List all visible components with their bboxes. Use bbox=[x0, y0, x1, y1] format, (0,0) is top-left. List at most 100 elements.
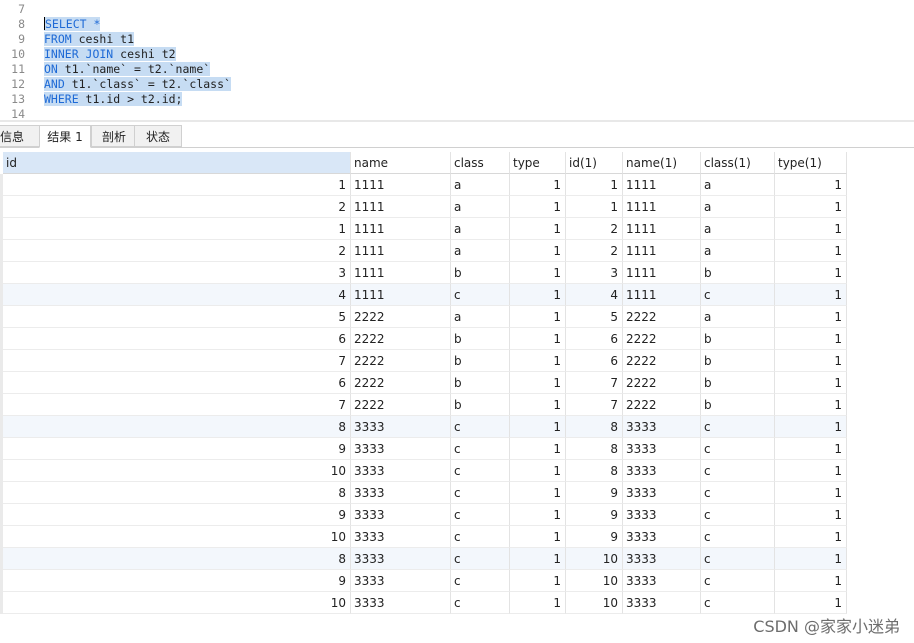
table-row[interactable]: 9 3333 c 1 9 3333 c 1 bbox=[0, 504, 847, 526]
table-cell-id[interactable]: 9 bbox=[3, 438, 351, 460]
table-cell-type[interactable]: 1 bbox=[510, 328, 566, 350]
tab-profile[interactable]: 剖析 bbox=[91, 125, 137, 147]
table-cell-class[interactable]: c bbox=[451, 482, 510, 504]
table-cell-id-1[interactable]: 2 bbox=[566, 218, 623, 240]
table-row[interactable]: 10 3333 c 1 9 3333 c 1 bbox=[0, 526, 847, 548]
table-cell-id-1[interactable]: 10 bbox=[566, 570, 623, 592]
table-cell-name[interactable]: 3333 bbox=[351, 438, 451, 460]
table-cell-name[interactable]: 3333 bbox=[351, 548, 451, 570]
table-cell-name-1[interactable]: 3333 bbox=[623, 570, 701, 592]
table-cell-name[interactable]: 1111 bbox=[351, 218, 451, 240]
table-cell-type-1[interactable]: 1 bbox=[775, 460, 847, 482]
table-row[interactable]: 2 1111 a 1 2 1111 a 1 bbox=[0, 240, 847, 262]
table-cell-class[interactable]: c bbox=[451, 570, 510, 592]
table-cell-class-1[interactable]: c bbox=[701, 592, 775, 614]
table-cell-name-1[interactable]: 2222 bbox=[623, 394, 701, 416]
table-row[interactable]: 4 1111 c 1 4 1111 c 1 bbox=[0, 284, 847, 306]
code-line[interactable]: 7 bbox=[0, 2, 914, 17]
table-cell-id[interactable]: 9 bbox=[3, 570, 351, 592]
table-cell-class[interactable]: a bbox=[451, 218, 510, 240]
table-row[interactable]: 10 3333 c 1 8 3333 c 1 bbox=[0, 460, 847, 482]
table-cell-name[interactable]: 1111 bbox=[351, 240, 451, 262]
table-cell-type-1[interactable]: 1 bbox=[775, 526, 847, 548]
table-cell-type-1[interactable]: 1 bbox=[775, 394, 847, 416]
table-cell-id[interactable]: 10 bbox=[3, 526, 351, 548]
table-cell-type[interactable]: 1 bbox=[510, 240, 566, 262]
table-cell-type-1[interactable]: 1 bbox=[775, 416, 847, 438]
table-cell-class-1[interactable]: c bbox=[701, 504, 775, 526]
code-line[interactable]: 11 ON t1.`name` = t2.`name` bbox=[0, 62, 914, 77]
table-cell-id-1[interactable]: 6 bbox=[566, 328, 623, 350]
table-cell-class-1[interactable]: c bbox=[701, 482, 775, 504]
table-cell-id[interactable]: 8 bbox=[3, 548, 351, 570]
table-cell-name[interactable]: 3333 bbox=[351, 504, 451, 526]
table-cell-class[interactable]: a bbox=[451, 174, 510, 196]
column-header-name[interactable]: name bbox=[351, 152, 451, 174]
table-cell-class[interactable]: b bbox=[451, 372, 510, 394]
code-line[interactable]: 13 WHERE t1.id > t2.id; bbox=[0, 92, 914, 107]
table-row[interactable]: 6 2222 b 1 7 2222 b 1 bbox=[0, 372, 847, 394]
table-cell-id[interactable]: 2 bbox=[3, 240, 351, 262]
table-cell-class-1[interactable]: a bbox=[701, 240, 775, 262]
table-cell-type[interactable]: 1 bbox=[510, 526, 566, 548]
table-cell-name-1[interactable]: 1111 bbox=[623, 218, 701, 240]
table-cell-type-1[interactable]: 1 bbox=[775, 372, 847, 394]
table-row[interactable]: 2 1111 a 1 1 1111 a 1 bbox=[0, 196, 847, 218]
table-cell-class[interactable]: b bbox=[451, 262, 510, 284]
table-cell-type[interactable]: 1 bbox=[510, 416, 566, 438]
table-cell-type-1[interactable]: 1 bbox=[775, 482, 847, 504]
table-cell-class[interactable]: a bbox=[451, 196, 510, 218]
table-cell-type[interactable]: 1 bbox=[510, 372, 566, 394]
table-cell-name-1[interactable]: 3333 bbox=[623, 504, 701, 526]
table-cell-name[interactable]: 1111 bbox=[351, 174, 451, 196]
table-cell-class-1[interactable]: c bbox=[701, 416, 775, 438]
table-cell-id[interactable]: 8 bbox=[3, 482, 351, 504]
table-cell-class-1[interactable]: b bbox=[701, 394, 775, 416]
table-cell-type[interactable]: 1 bbox=[510, 394, 566, 416]
table-cell-name[interactable]: 3333 bbox=[351, 592, 451, 614]
table-cell-name[interactable]: 3333 bbox=[351, 526, 451, 548]
table-row[interactable]: 5 2222 a 1 5 2222 a 1 bbox=[0, 306, 847, 328]
table-cell-id[interactable]: 4 bbox=[3, 284, 351, 306]
table-cell-class[interactable]: b bbox=[451, 350, 510, 372]
table-cell-class-1[interactable]: c bbox=[701, 570, 775, 592]
table-cell-id-1[interactable]: 7 bbox=[566, 372, 623, 394]
table-cell-type-1[interactable]: 1 bbox=[775, 504, 847, 526]
table-cell-id-1[interactable]: 8 bbox=[566, 438, 623, 460]
table-cell-name[interactable]: 1111 bbox=[351, 262, 451, 284]
table-cell-class-1[interactable]: a bbox=[701, 196, 775, 218]
table-cell-type-1[interactable]: 1 bbox=[775, 592, 847, 614]
table-cell-type-1[interactable]: 1 bbox=[775, 284, 847, 306]
table-row[interactable]: 6 2222 b 1 6 2222 b 1 bbox=[0, 328, 847, 350]
table-cell-class-1[interactable]: a bbox=[701, 174, 775, 196]
table-cell-class[interactable]: a bbox=[451, 240, 510, 262]
table-cell-name[interactable]: 1111 bbox=[351, 284, 451, 306]
table-cell-id-1[interactable]: 9 bbox=[566, 504, 623, 526]
table-cell-class-1[interactable]: c bbox=[701, 548, 775, 570]
table-cell-name-1[interactable]: 3333 bbox=[623, 482, 701, 504]
table-cell-id[interactable]: 2 bbox=[3, 196, 351, 218]
table-cell-id-1[interactable]: 10 bbox=[566, 548, 623, 570]
table-cell-id[interactable]: 7 bbox=[3, 394, 351, 416]
table-cell-class[interactable]: c bbox=[451, 416, 510, 438]
table-cell-id-1[interactable]: 8 bbox=[566, 416, 623, 438]
tab-status[interactable]: 状态 bbox=[134, 125, 182, 147]
table-row[interactable]: 3 1111 b 1 3 1111 b 1 bbox=[0, 262, 847, 284]
table-cell-class[interactable]: c bbox=[451, 438, 510, 460]
table-cell-type[interactable]: 1 bbox=[510, 350, 566, 372]
table-row[interactable]: 10 3333 c 1 10 3333 c 1 bbox=[0, 592, 847, 614]
table-cell-id[interactable]: 10 bbox=[3, 460, 351, 482]
table-cell-id[interactable]: 1 bbox=[3, 218, 351, 240]
table-cell-name[interactable]: 2222 bbox=[351, 394, 451, 416]
table-cell-class[interactable]: a bbox=[451, 306, 510, 328]
table-cell-type[interactable]: 1 bbox=[510, 174, 566, 196]
column-header-id-1[interactable]: id(1) bbox=[566, 152, 623, 174]
table-row[interactable]: 9 3333 c 1 10 3333 c 1 bbox=[0, 570, 847, 592]
table-cell-type-1[interactable]: 1 bbox=[775, 548, 847, 570]
table-cell-class-1[interactable]: a bbox=[701, 218, 775, 240]
table-row[interactable]: 9 3333 c 1 8 3333 c 1 bbox=[0, 438, 847, 460]
column-header-id[interactable]: id bbox=[3, 152, 351, 174]
column-header-type[interactable]: type bbox=[510, 152, 566, 174]
table-cell-name[interactable]: 2222 bbox=[351, 372, 451, 394]
code-line[interactable]: 8 SELECT * bbox=[0, 17, 914, 32]
